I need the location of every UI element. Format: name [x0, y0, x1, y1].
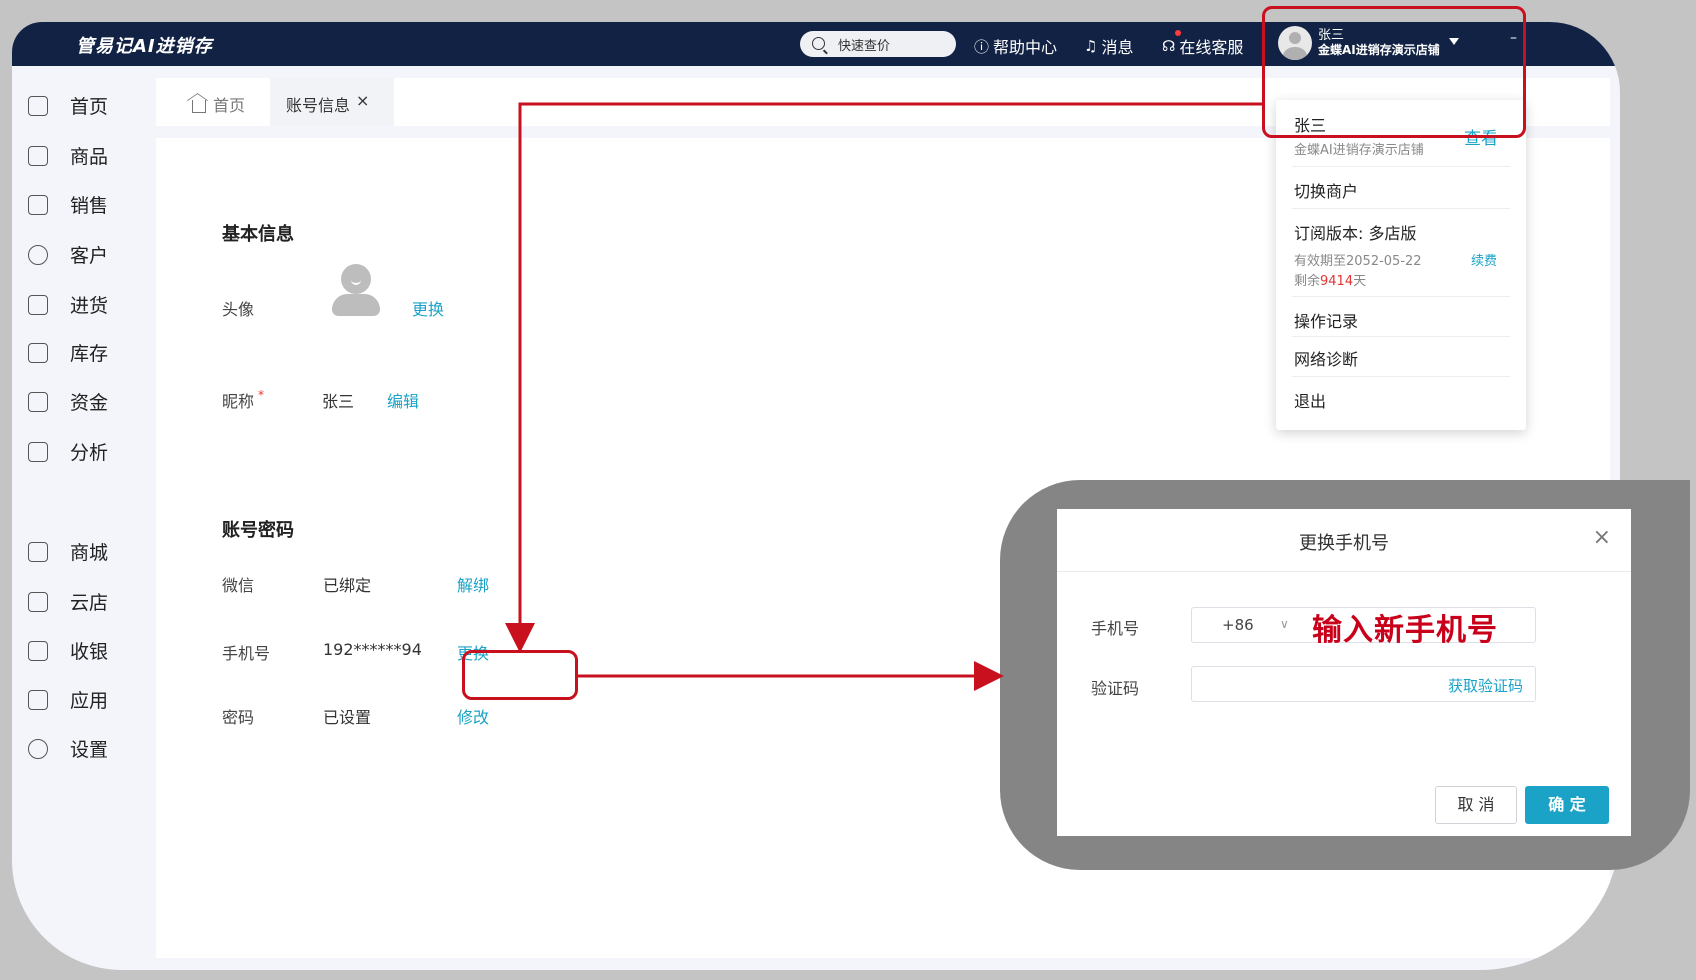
annotation-arrows [505, 102, 1262, 691]
annotation-arrow-down [505, 102, 1262, 653]
